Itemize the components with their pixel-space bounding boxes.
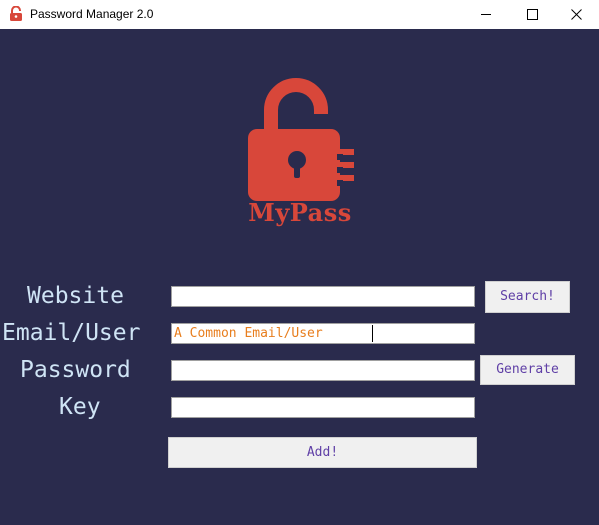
email-input[interactable] <box>171 323 475 344</box>
website-label: Website <box>27 283 124 309</box>
window-title: Password Manager 2.0 <box>30 7 154 21</box>
add-button[interactable]: Add! <box>168 437 477 468</box>
close-button[interactable] <box>553 0 599 29</box>
email-label: Email/User <box>2 320 141 346</box>
website-input[interactable] <box>171 286 475 307</box>
password-input[interactable] <box>171 360 475 381</box>
text-caret <box>372 325 373 342</box>
minimize-button[interactable] <box>463 0 509 29</box>
maximize-button[interactable] <box>509 0 555 29</box>
minimize-icon <box>481 14 491 15</box>
lock-icon <box>10 6 22 21</box>
key-input[interactable] <box>171 397 475 418</box>
key-label: Key <box>59 394 101 420</box>
maximize-icon <box>527 9 538 20</box>
generate-button[interactable]: Generate <box>480 355 575 385</box>
password-label: Password <box>20 357 131 383</box>
search-button[interactable]: Search! <box>485 281 570 313</box>
close-icon <box>571 9 582 20</box>
app-window-body: MyPass Website Email/User Password Key S… <box>0 29 599 525</box>
title-bar: Password Manager 2.0 <box>0 0 599 29</box>
logo-text: MyPass <box>248 198 352 227</box>
